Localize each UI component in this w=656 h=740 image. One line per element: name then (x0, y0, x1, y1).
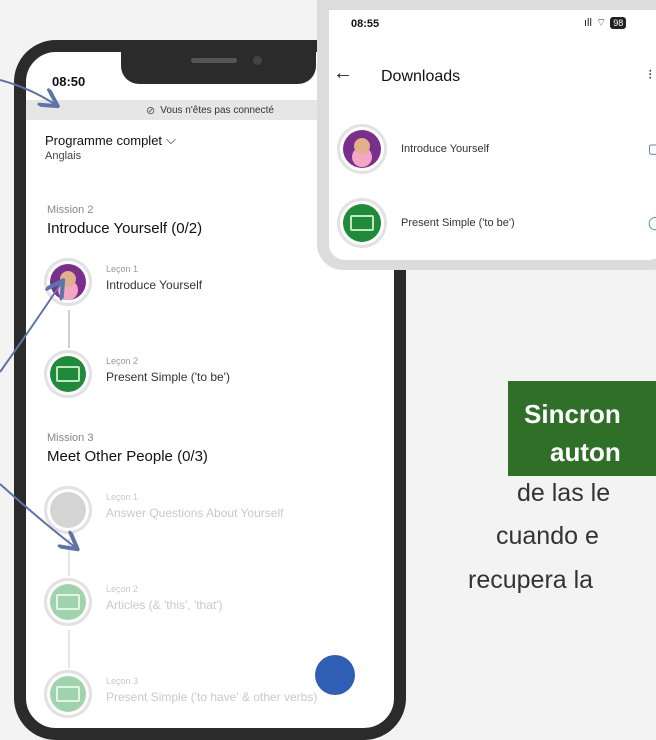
pointer-arrows (0, 79, 656, 706)
arrow-to-offline-banner (0, 79, 56, 105)
arrow-to-lesson-1 (0, 282, 62, 373)
arrow-to-faded-lesson (0, 483, 76, 548)
